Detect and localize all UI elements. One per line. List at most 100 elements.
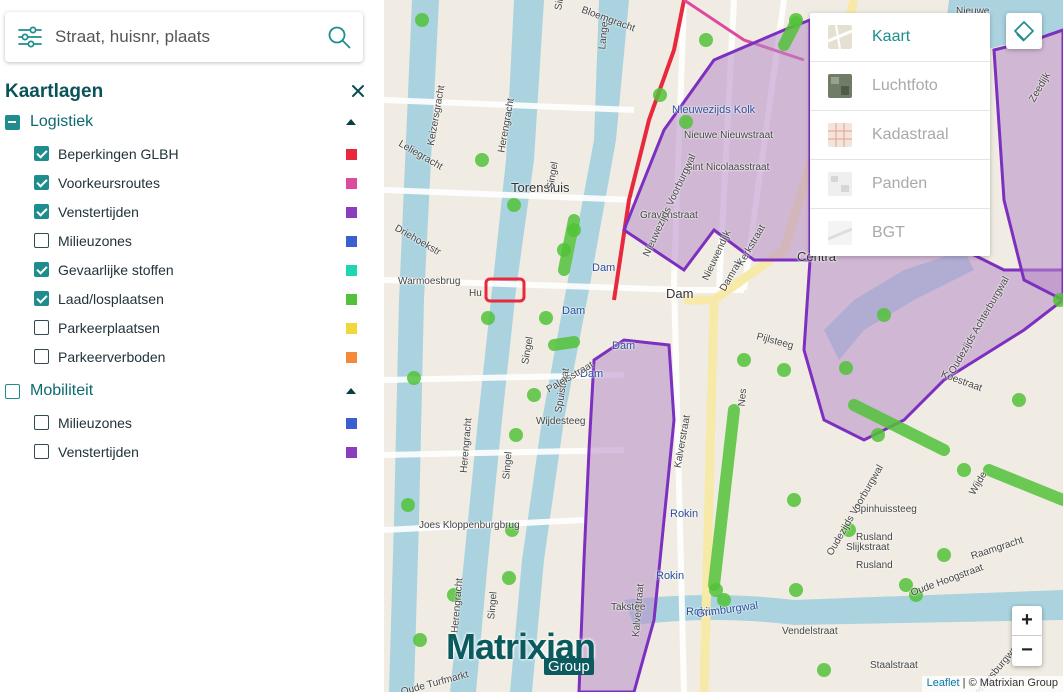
layer-group-logistiek[interactable]: Logistiek [5, 112, 363, 134]
close-icon[interactable] [349, 82, 367, 100]
layer-checkbox[interactable] [34, 320, 49, 335]
layer-checkbox[interactable] [34, 444, 49, 459]
group-checkbox[interactable] [5, 115, 20, 130]
layer-item-parkeerverboden[interactable]: Parkeerverboden [34, 346, 364, 368]
map-canvas[interactable]: Torensluis Warmoesbrug Hu Dam Dam Dam Da… [384, 0, 1063, 692]
search-bar [5, 12, 363, 62]
map-label: Rusland [856, 560, 893, 571]
map-label: Dam [562, 305, 586, 317]
layer-item-milieuzones-mobiliteit[interactable]: Milieuzones [34, 412, 364, 434]
basemap-option-panden[interactable]: Panden [810, 160, 990, 209]
basemap-option-kadastraal[interactable]: Kadastraal [810, 111, 990, 160]
map-attribution: Leaflet | © Matrixian Group [921, 676, 1063, 692]
map-label: Joes Kloppenburgbrug [419, 520, 520, 531]
layer-label: Parkeerverboden [58, 349, 166, 365]
layer-item-parkeerplaatsen[interactable]: Parkeerplaatsen [34, 317, 364, 339]
layer-item-venstertijden[interactable]: Venstertijden [34, 201, 364, 223]
layer-label: Gevaarlijke stoffen [58, 262, 174, 278]
basemap-label: Panden [872, 175, 928, 192]
collapse-caret-icon[interactable] [346, 388, 356, 394]
layer-checkbox[interactable] [34, 146, 49, 161]
zoom-control: + − [1012, 606, 1042, 666]
map-label: Warmoesbrug [398, 276, 461, 287]
matrixian-logo: Matrixian Group [446, 626, 601, 678]
map-label: Hu [469, 288, 482, 299]
group-label: Mobiliteit [30, 382, 94, 399]
map-label: Dam [592, 262, 616, 274]
search-input[interactable] [55, 22, 317, 52]
map-label: Slijkstraat [846, 542, 890, 553]
map-thumbnail-icon [828, 25, 852, 49]
layer-item-venstertijden-mobiliteit[interactable]: Venstertijden [34, 441, 364, 463]
logo-sub: Group [544, 658, 594, 675]
map-label: Nes [736, 388, 750, 407]
layer-color-swatch [346, 294, 357, 305]
layers-icon [1014, 21, 1034, 42]
map-label: Torensluis [511, 180, 570, 195]
basemap-toggle-button[interactable] [1006, 13, 1042, 49]
basemap-label: Kaart [872, 28, 911, 45]
layer-item-gevaarlijke-stoffen[interactable]: Gevaarlijke stoffen [34, 259, 364, 281]
layer-checkbox[interactable] [34, 204, 49, 219]
layer-checkbox[interactable] [34, 262, 49, 277]
layer-color-swatch [346, 236, 357, 247]
basemap-option-luchtfoto[interactable]: Luchtfoto [810, 62, 990, 111]
zoom-out-button[interactable]: − [1012, 636, 1042, 666]
layer-checkbox[interactable] [34, 233, 49, 248]
map-label: Sint Nicolaasstraat [686, 162, 770, 173]
attribution-text: | © Matrixian Group [959, 677, 1058, 689]
layer-color-swatch [346, 323, 357, 334]
layer-checkbox[interactable] [34, 415, 49, 430]
layer-label: Beperkingen GLBH [58, 146, 179, 162]
sliders-icon[interactable] [18, 26, 42, 48]
layer-label: Voorkeursroutes [58, 175, 160, 191]
layer-item-laad-losplaatsen[interactable]: Laad/losplaatsen [34, 288, 364, 310]
cadastral-thumbnail-icon [828, 123, 852, 147]
layers-sidebar: Kaartlagen Logistiek Beperkingen GLBH Vo… [0, 0, 384, 692]
layer-color-swatch [346, 207, 357, 218]
group-label: Logistiek [30, 113, 94, 130]
layers-title: Kaartlagen [5, 81, 104, 102]
layer-color-swatch [346, 418, 357, 429]
layer-checkbox[interactable] [34, 175, 49, 190]
layer-color-swatch [346, 447, 357, 458]
map-label: Rokin [656, 570, 685, 582]
map-label: Takstee [611, 602, 646, 613]
basemap-label: Luchtfoto [872, 77, 938, 94]
magnifier-icon[interactable] [327, 25, 351, 49]
layer-color-swatch [346, 265, 357, 276]
map-label: Vendelstraat [782, 626, 838, 637]
map-label: Wijdesteeg [536, 416, 586, 427]
collapse-caret-icon[interactable] [346, 119, 356, 125]
map-label: Rokin [670, 508, 699, 520]
basemap-menu: Kaart Luchtfoto Kadastraal Panden BGT [810, 13, 990, 256]
zoom-in-button[interactable]: + [1012, 606, 1042, 636]
map-label: Nieuwe Nieuwstraat [684, 130, 773, 141]
layer-group-mobiliteit[interactable]: Mobiliteit [5, 381, 363, 403]
buildings-thumbnail-icon [828, 172, 852, 196]
basemap-option-kaart[interactable]: Kaart [810, 13, 990, 62]
layer-label: Venstertijden [58, 444, 139, 460]
basemap-label: BGT [872, 224, 905, 241]
layer-color-swatch [346, 178, 357, 189]
map-label: Nieuwezijds Kolk [672, 104, 756, 116]
group-checkbox[interactable] [5, 384, 20, 399]
map-label: Staalstraat [870, 660, 918, 671]
basemap-label: Kadastraal [872, 126, 949, 143]
layer-label: Laad/losplaatsen [58, 291, 164, 307]
layer-color-swatch [346, 352, 357, 363]
layer-item-beperkingen-glbh[interactable]: Beperkingen GLBH [34, 143, 364, 165]
bgt-thumbnail-icon [828, 221, 852, 245]
leaflet-link[interactable]: Leaflet [927, 677, 960, 689]
map-label: Dam [612, 340, 636, 352]
layer-label: Venstertijden [58, 204, 139, 220]
basemap-option-bgt[interactable]: BGT [810, 209, 990, 258]
layer-label: Milieuzones [58, 415, 132, 431]
layer-label: Milieuzones [58, 233, 132, 249]
layer-item-voorkeursroutes[interactable]: Voorkeursroutes [34, 172, 364, 194]
layer-checkbox[interactable] [34, 349, 49, 364]
layer-checkbox[interactable] [34, 291, 49, 306]
layer-label: Parkeerplaatsen [58, 320, 160, 336]
layer-item-milieuzones[interactable]: Milieuzones [34, 230, 364, 252]
map-label: Dam [666, 286, 694, 301]
